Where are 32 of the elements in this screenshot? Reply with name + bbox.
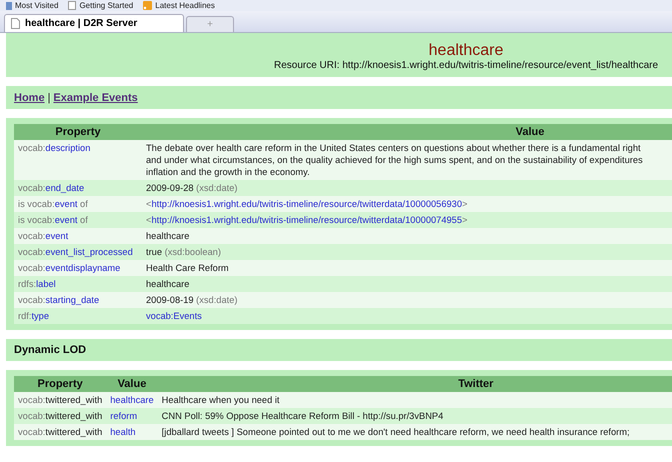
value-link[interactable]: vocab:Events [146,311,202,321]
nav-link[interactable]: Example Events [53,92,138,104]
column-header: Value [142,124,672,140]
page-icon [11,18,20,29]
column-header: Twitter [158,376,672,392]
feed-icon [143,1,152,10]
column-header: Property [14,124,142,140]
browser-tab[interactable]: healthcare | D2R Server [4,14,184,32]
page-icon [68,1,76,10]
column-header: Value [106,376,158,392]
value-text: healthcare [146,230,190,242]
nav-link[interactable]: Home [14,92,45,104]
bookmark-link[interactable]: Getting Started [79,1,134,10]
value-text: The debate over health care reform in the United States centers on questions about whether there is a fundamental right and under what circumstances, on the quality achieved for the high sums spent, and on the sustainability of expenditures inflation and the growth in the economy. [146,142,644,178]
tweet-text: Healthcare when you need it [162,395,280,405]
page-title: healthcare [428,42,504,60]
resource-uri: Resource URI: http://knoesis1.wright.edu/twitris-timeline/resource/event_list/healthcare [274,60,658,71]
section-title: Dynamic LOD [14,344,86,356]
value-text: true (xsd:boolean) [146,247,221,257]
bookmark-link[interactable]: Most Visited [15,1,58,10]
bookmark-link[interactable]: Latest Headlines [155,1,215,10]
separator: | [48,92,50,104]
property-link[interactable]: rdf:type [18,311,50,321]
value-text: 2009-09-28 (xsd:date) [146,183,238,193]
property-link[interactable]: vocab:description [18,143,90,153]
property-link[interactable]: rdfs:label [18,279,56,289]
tweet-text: [jdballard tweets ] Someone pointed out to me we don't need healthcare reform, we need health insurance reform; [162,427,630,437]
value-text: 2009-08-19 (xsd:date) [146,295,238,305]
tweet-text: CNN Poll: 59% Oppose Healthcare Reform Bill - http://su.pr/3vBNP4 [162,411,444,421]
value-text: Health Care Reform [146,262,230,274]
value-text: healthcare [146,278,190,290]
column-header: Property [14,376,106,392]
